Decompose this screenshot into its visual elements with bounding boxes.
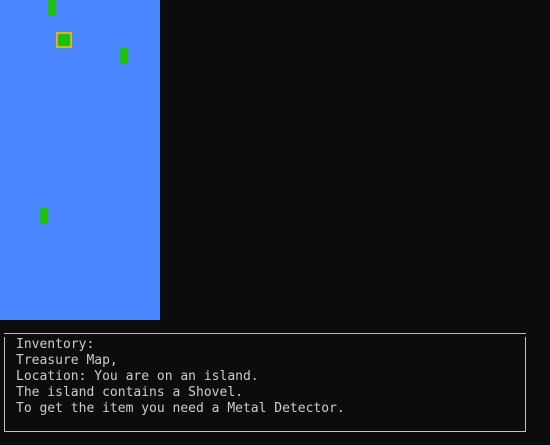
island-3 bbox=[120, 48, 128, 64]
console-lines: Inventory: Treasure Map, Location: You a… bbox=[16, 337, 345, 417]
island-2-current-location bbox=[56, 32, 72, 48]
status-console: Inventory: Treasure Map, Location: You a… bbox=[4, 333, 526, 432]
item-requirement-text: To get the item you need a Metal Detecto… bbox=[16, 401, 345, 416]
island-4 bbox=[40, 208, 48, 224]
island-contents-text: The island contains a Shovel. bbox=[16, 385, 243, 400]
ocean-map bbox=[0, 0, 160, 320]
game-screen: Inventory: Treasure Map, Location: You a… bbox=[0, 0, 550, 445]
inventory-label: Inventory: bbox=[16, 337, 95, 352]
island-1 bbox=[48, 0, 56, 16]
inventory-items: Treasure Map, bbox=[16, 353, 118, 368]
location-text: Location: You are on an island. bbox=[16, 369, 259, 384]
